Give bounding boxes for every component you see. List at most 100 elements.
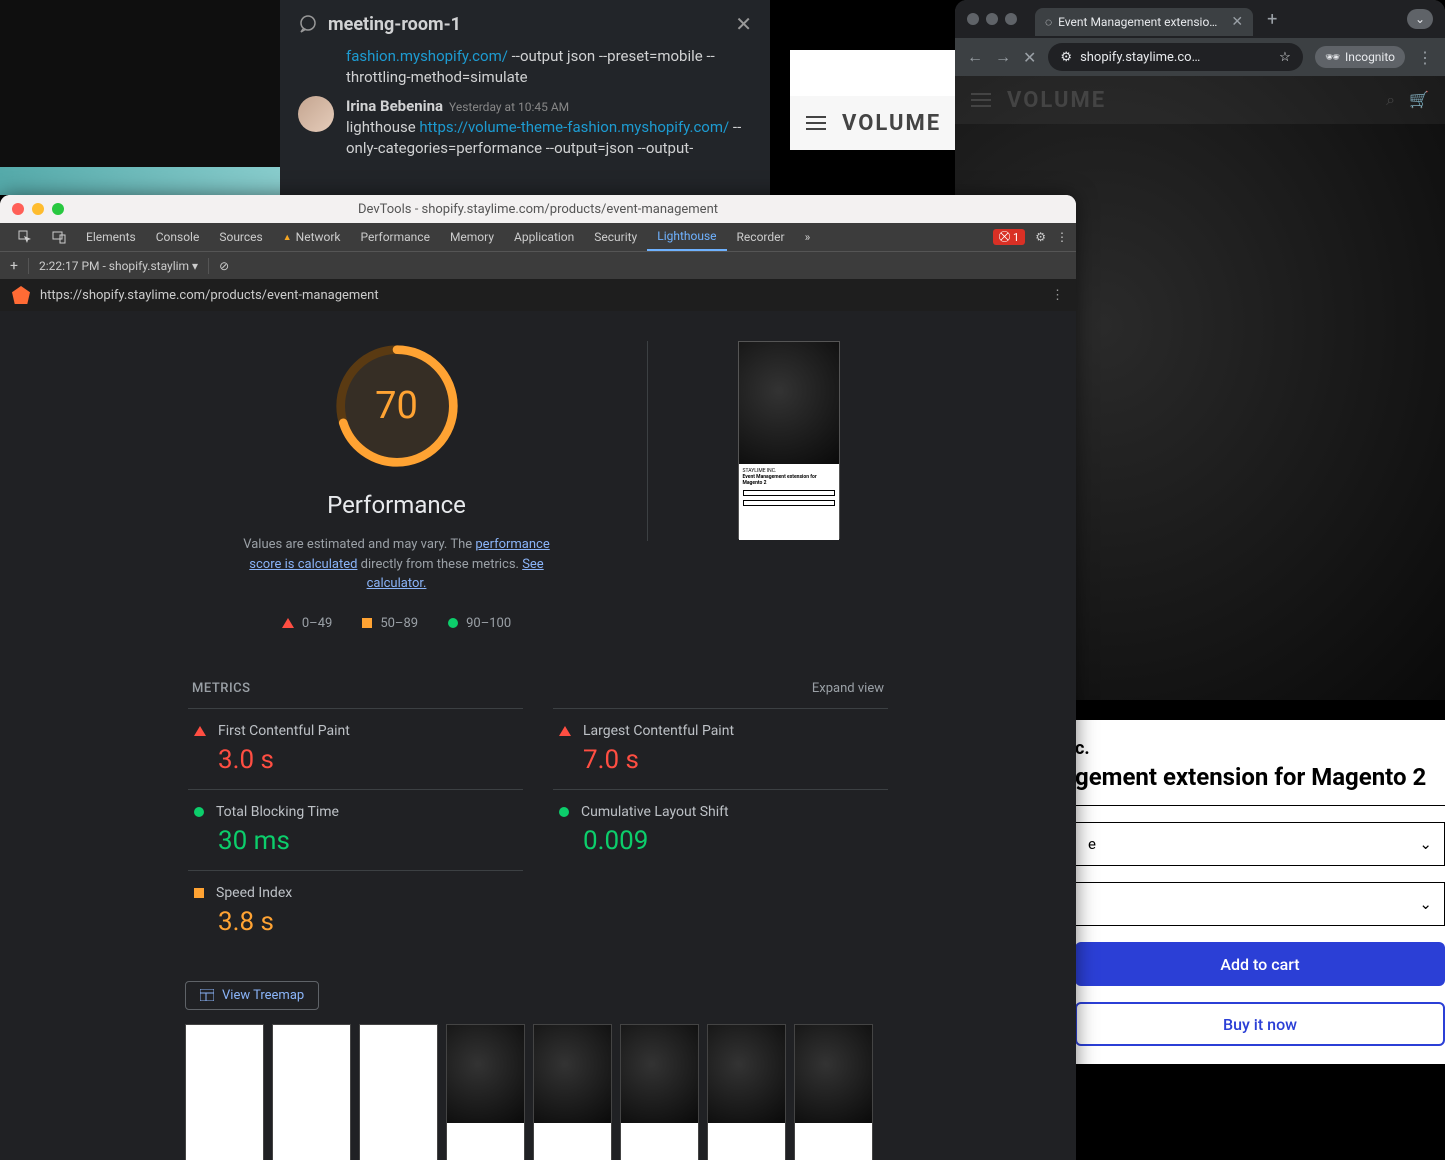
triangle-red-icon <box>282 618 294 628</box>
error-count: 1 <box>1013 231 1019 244</box>
filmstrip-frame[interactable] <box>272 1024 351 1160</box>
new-tab-button[interactable]: + <box>1267 9 1277 30</box>
avatar[interactable] <box>298 96 334 132</box>
clear-icon[interactable]: ⊘ <box>219 259 229 273</box>
metric-cls[interactable]: Cumulative Layout Shift 0.009 <box>553 789 888 870</box>
stop-button[interactable]: ✕ <box>1023 48 1036 67</box>
tab-lighthouse[interactable]: Lighthouse <box>647 223 726 251</box>
devtools-window: DevTools - shopify.staylime.com/products… <box>0 195 1076 1160</box>
settings-icon[interactable]: ⚙ <box>1035 230 1046 244</box>
more-tabs-icon[interactable]: » <box>795 223 821 251</box>
metric-value: 7.0 s <box>559 745 882 775</box>
select-value: e <box>1088 835 1096 853</box>
incognito-icon: 🕶 <box>1325 50 1340 64</box>
browser-tab[interactable]: ◌ Event Management extensio… ✕ <box>1035 8 1253 36</box>
incognito-badge[interactable]: 🕶 Incognito <box>1315 46 1405 68</box>
performance-description: Values are estimated and may vary. The p… <box>237 535 557 594</box>
window-dropdown-icon[interactable]: ⌄ <box>1407 9 1433 29</box>
product-vendor: c. <box>1075 738 1445 759</box>
traffic-lights[interactable] <box>12 203 64 215</box>
message-text: lighthouse <box>346 118 419 136</box>
view-treemap-button[interactable]: View Treemap <box>185 981 319 1010</box>
site-settings-icon[interactable]: ⚙ <box>1060 50 1072 65</box>
device-mode-icon[interactable] <box>42 223 76 251</box>
legend-average: 50–89 <box>380 616 418 631</box>
triangle-red-icon <box>559 726 571 736</box>
message-link[interactable]: https://volume-theme-fashion.myshopify.c… <box>419 118 729 136</box>
new-report-button[interactable]: + <box>10 258 18 274</box>
metric-fcp[interactable]: First Contentful Paint 3.0 s <box>188 708 523 789</box>
add-to-cart-button[interactable]: Add to cart <box>1075 942 1445 986</box>
tab-title: Event Management extensio… <box>1058 15 1217 29</box>
product-title: gement extension for Magento 2 <box>1075 763 1445 806</box>
filmstrip-frame[interactable] <box>707 1024 786 1160</box>
variant-select-2[interactable]: ⌄ <box>1075 882 1445 926</box>
filmstrip-frame[interactable] <box>446 1024 525 1160</box>
cart-icon[interactable]: 🛒 <box>1409 90 1429 110</box>
variant-select-1[interactable]: e ⌄ <box>1075 822 1445 866</box>
tab-memory[interactable]: Memory <box>440 223 504 251</box>
square-orange-icon <box>362 618 372 628</box>
hamburger-icon[interactable] <box>806 116 826 130</box>
tab-sources[interactable]: Sources <box>209 223 272 251</box>
tab-close-icon[interactable]: ✕ <box>1231 14 1243 30</box>
metric-label: First Contentful Paint <box>218 723 350 739</box>
tab-network[interactable]: Network <box>273 223 351 251</box>
incognito-label: Incognito <box>1345 50 1395 64</box>
search-icon[interactable]: ⌕ <box>1386 90 1395 110</box>
devtools-menu-icon[interactable]: ⋮ <box>1056 230 1068 244</box>
url-bar[interactable]: ⚙ shopify.staylime.co… ☆ <box>1048 43 1302 71</box>
channel-text: meeting-room-1 <box>328 14 461 35</box>
traffic-lights[interactable] <box>967 13 1017 25</box>
store-logo[interactable]: VOLUME <box>842 111 941 136</box>
hamburger-icon[interactable] <box>971 93 991 107</box>
expand-view-toggle[interactable]: Expand view <box>812 681 884 696</box>
star-icon[interactable]: ☆ <box>1279 50 1291 65</box>
performance-gauge: 70 <box>332 341 462 471</box>
message-link[interactable]: fashion.myshopify.com/ <box>346 47 508 65</box>
store-logo[interactable]: VOLUME <box>1007 88 1106 113</box>
slack-window: meeting-room-1 ✕ fashion.myshopify.com/ … <box>280 0 770 195</box>
button-label: Buy it now <box>1223 1015 1297 1034</box>
square-orange-icon <box>194 888 204 898</box>
back-button[interactable]: ← <box>967 47 983 67</box>
score-legend: 0–49 50–89 90–100 <box>237 616 557 631</box>
filmstrip-frame[interactable] <box>794 1024 873 1160</box>
tab-console[interactable]: Console <box>146 223 210 251</box>
browser-menu-icon[interactable]: ⋮ <box>1417 48 1433 67</box>
report-selector[interactable]: 2:22:17 PM - shopify.staylim ▾ <box>39 259 198 273</box>
message-timestamp: Yesterday at 10:45 AM <box>449 100 569 114</box>
metric-si[interactable]: Speed Index 3.8 s <box>188 870 523 951</box>
tab-performance[interactable]: Performance <box>351 223 440 251</box>
message-author[interactable]: Irina Bebenina <box>346 97 443 115</box>
product-info-panel: c. gement extension for Magento 2 e ⌄ ⌄ … <box>1075 720 1445 1064</box>
filmstrip-frame[interactable] <box>185 1024 264 1160</box>
error-count-badge[interactable]: ⛒1 <box>993 229 1025 245</box>
inspect-icon[interactable] <box>8 223 42 251</box>
forward-button[interactable]: → <box>995 47 1011 67</box>
report-menu-icon[interactable]: ⋮ <box>1051 288 1064 303</box>
report-url: https://shopify.staylime.com/products/ev… <box>40 288 379 303</box>
filmstrip-frame[interactable] <box>359 1024 438 1160</box>
metric-lcp[interactable]: Largest Contentful Paint 7.0 s <box>553 708 888 789</box>
circle-green-icon <box>448 618 458 628</box>
filmstrip-frame[interactable] <box>620 1024 699 1160</box>
url-text: shopify.staylime.co… <box>1080 50 1200 65</box>
tab-security[interactable]: Security <box>584 223 647 251</box>
circle-green-icon <box>194 807 204 817</box>
filmstrip-frame[interactable] <box>533 1024 612 1160</box>
slack-channel-name[interactable]: meeting-room-1 <box>298 14 461 35</box>
metric-value: 30 ms <box>194 826 517 856</box>
metric-tbt[interactable]: Total Blocking Time 30 ms <box>188 789 523 870</box>
tab-recorder[interactable]: Recorder <box>727 223 795 251</box>
treemap-icon <box>200 989 214 1001</box>
metric-value: 3.8 s <box>194 907 517 937</box>
close-icon[interactable]: ✕ <box>735 12 752 36</box>
chevron-down-icon: ⌄ <box>1419 895 1432 913</box>
lighthouse-icon <box>12 286 30 304</box>
buy-now-button[interactable]: Buy it now <box>1075 1002 1445 1046</box>
circle-green-icon <box>559 807 569 817</box>
tab-application[interactable]: Application <box>504 223 584 251</box>
screenshot-thumbnail[interactable]: STAYLIME INC. Event Management extension… <box>738 341 840 539</box>
tab-elements[interactable]: Elements <box>76 223 146 251</box>
